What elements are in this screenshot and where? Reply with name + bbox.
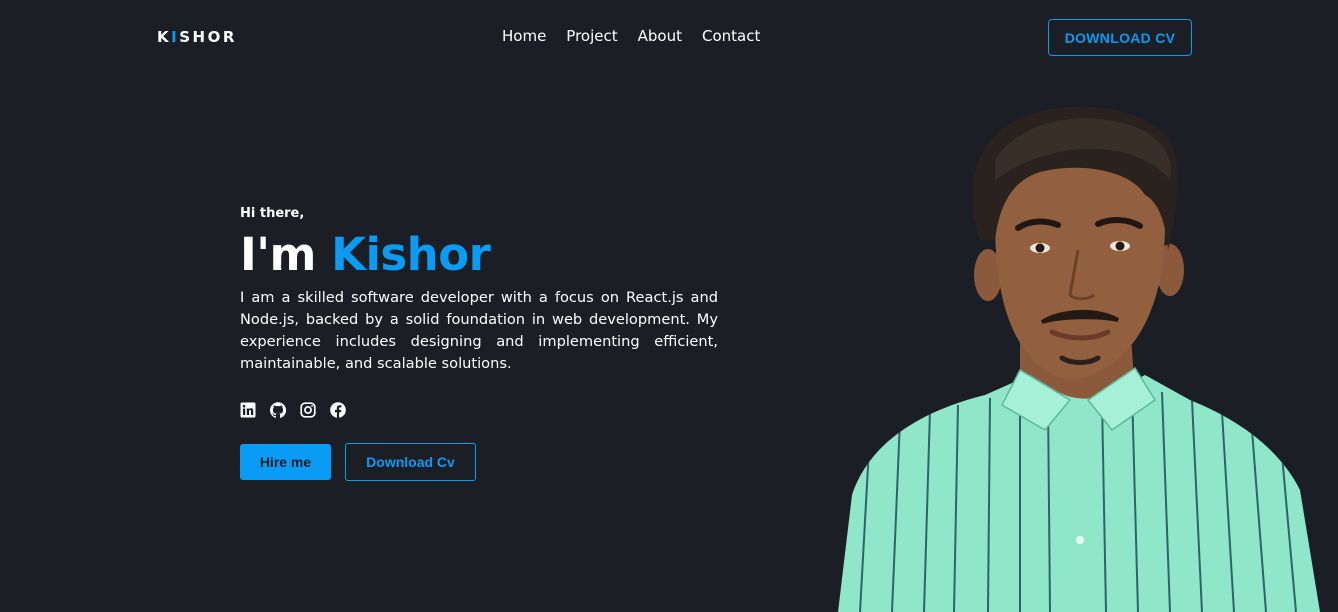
linkedin-icon[interactable] [240,402,256,418]
page: K I SHOR Home Project About Contact DOWNLO… [0,0,1338,612]
nav-download-cv-button[interactable]: DOWNLOAD CV [1048,19,1192,56]
logo-letters-rest: SHOR [179,28,237,46]
hero-text: Hi there, I'm Kishor I am a skilled soft… [240,206,720,375]
main-nav: Home Project About Contact [502,27,760,45]
profile-photo [838,106,1320,612]
facebook-icon[interactable] [330,402,346,418]
logo-letter-i: I [171,28,180,46]
nav-link-about[interactable]: About [638,27,682,45]
headline-name: Kishor [331,228,491,281]
logo-letter-k: K [157,28,172,46]
bio-paragraph: I am a skilled software developer with a… [240,288,718,372]
nav-link-project[interactable]: Project [566,27,617,45]
hire-me-button[interactable]: Hire me [240,444,331,480]
instagram-icon[interactable] [300,402,316,418]
headline: I'm Kishor [240,229,720,281]
headline-prefix: I'm [240,228,332,281]
nav-link-contact[interactable]: Contact [702,27,760,45]
social-links [240,402,346,418]
logo[interactable]: K I SHOR [157,28,237,46]
download-cv-button[interactable]: Download Cv [345,443,476,481]
greeting: Hi there, [240,206,305,221]
nav-link-home[interactable]: Home [502,27,546,45]
shirt-shape [838,375,1320,612]
github-icon[interactable] [270,402,286,418]
